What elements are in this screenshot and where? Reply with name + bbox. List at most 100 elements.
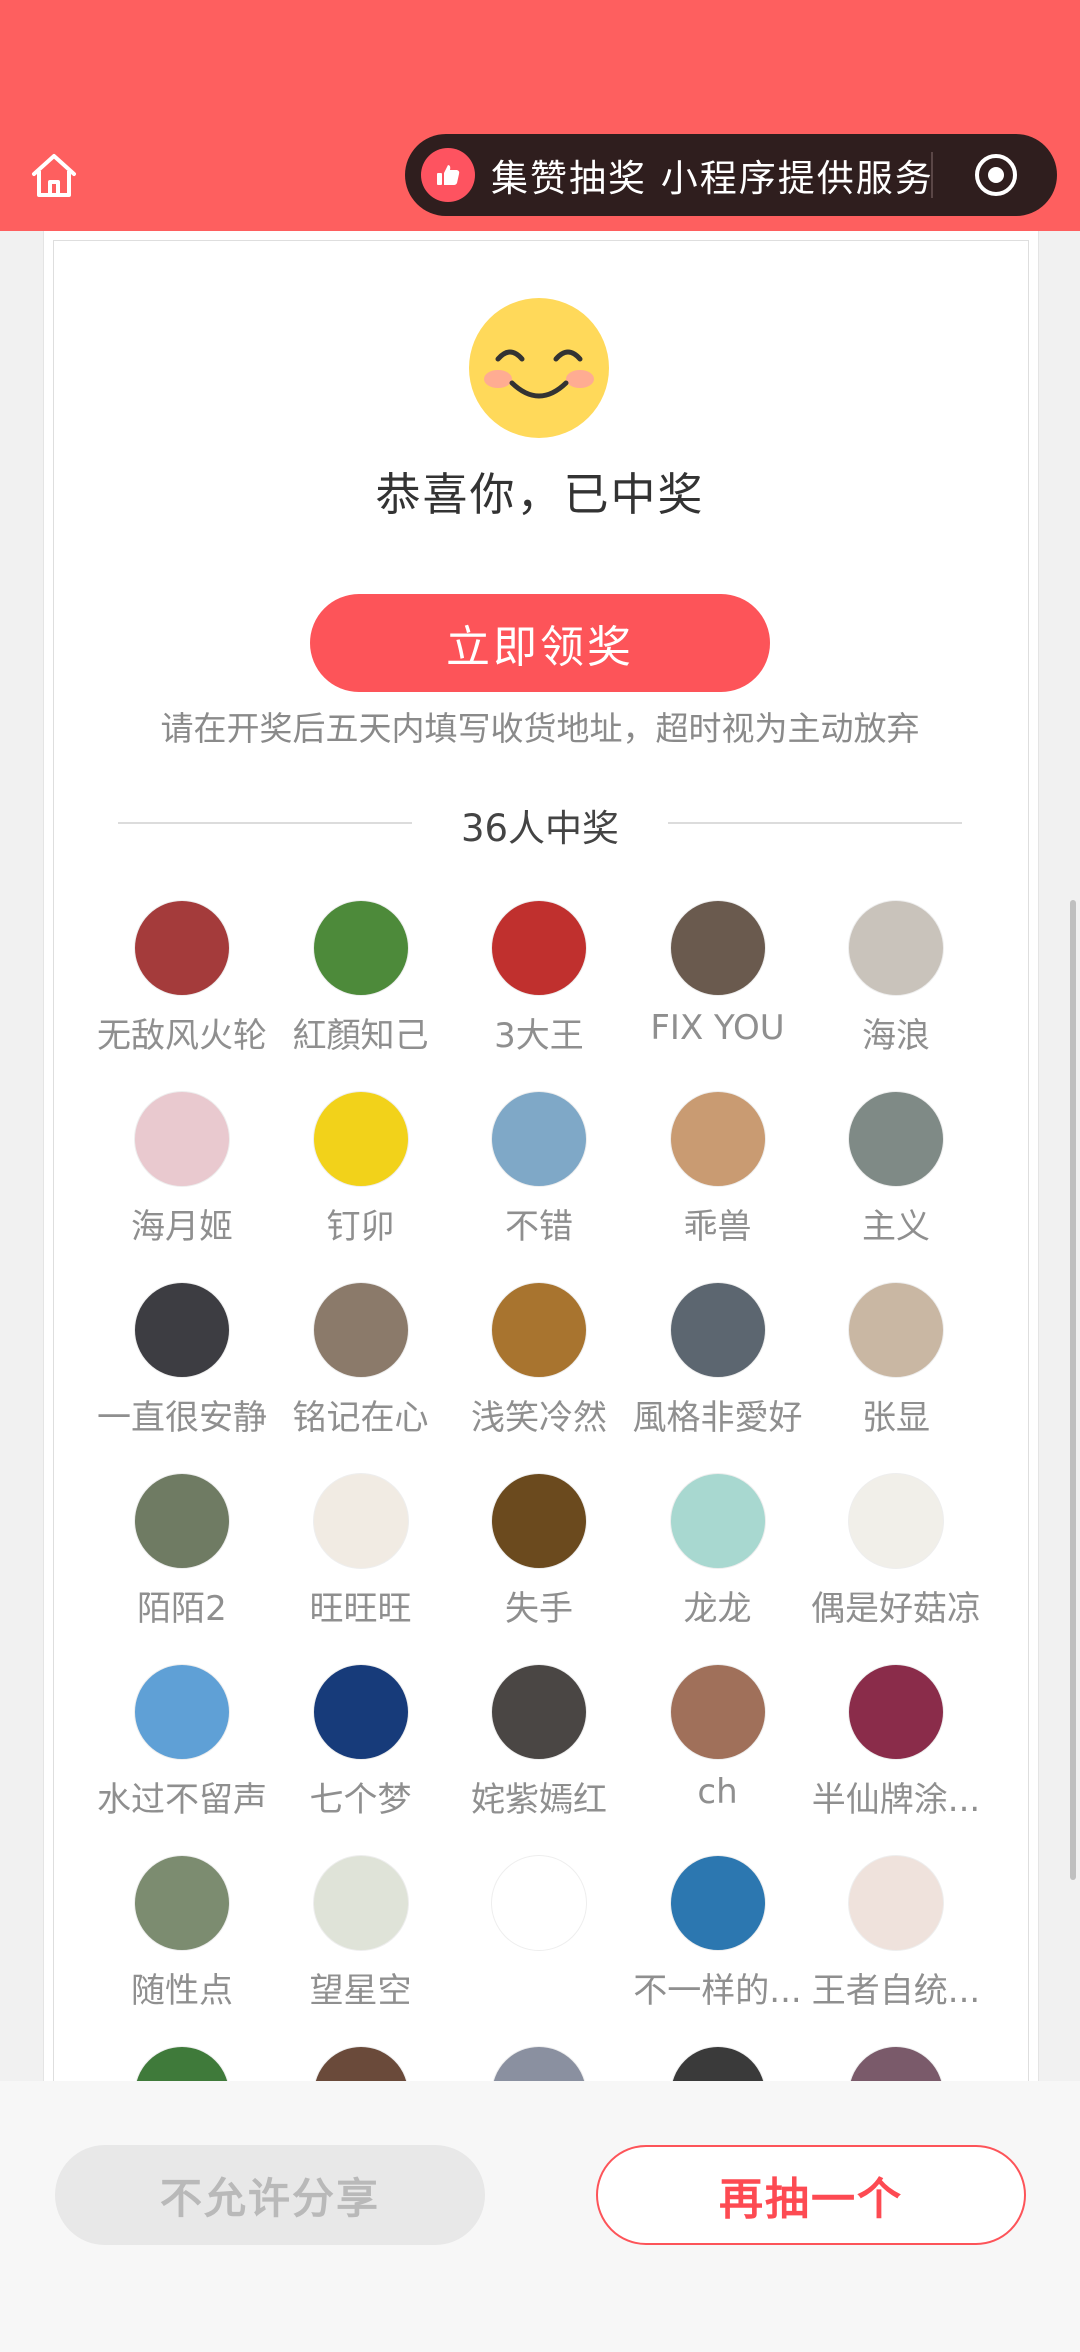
winner-item: 铭记在心 [272, 1282, 450, 1439]
winner-name: 紅顏知己 [292, 1016, 429, 1056]
scrollbar[interactable] [1070, 900, 1076, 1880]
winner-name: FIX YOU [650, 1008, 785, 1048]
winner-name: 无敌风火轮 [97, 1016, 267, 1056]
winner-name: 半仙牌涂... [811, 1780, 981, 1820]
avatar [848, 1473, 944, 1569]
avatar [669, 1282, 766, 1378]
winner-name: 乖兽 [683, 1207, 752, 1247]
congrats-title: 恭喜你，已中奖 [375, 468, 705, 521]
lottery-result-page: 集赞抽奖 小程序提供服务 恭喜你，已中奖 立即领奖 请在开奖后五天内填写收货地址… [0, 0, 1080, 2352]
avatar [312, 1473, 409, 1569]
header-bar: 集赞抽奖 小程序提供服务 [0, 0, 1080, 231]
winner-item: 海月姬 [93, 1091, 271, 1248]
winner-name: 钉卯 [326, 1207, 395, 1247]
avatar [491, 900, 587, 996]
winner-name: 海浪 [862, 1016, 930, 1056]
winner-item: 半仙牌涂... [807, 1664, 985, 1821]
winner-item: 風格非愛好 [629, 1282, 807, 1439]
avatar [669, 1473, 766, 1569]
winner-item: 随性点 [93, 1855, 271, 2012]
avatar [134, 1664, 230, 1760]
winner-item: 3大王 [450, 900, 628, 1057]
winner-item: 偶是好菇凉 [807, 1473, 985, 1630]
winner-item: 不错 [450, 1091, 628, 1248]
close-circle-icon[interactable] [973, 152, 1019, 198]
avatar [848, 900, 944, 996]
winner-name: 陌陌2 [137, 1589, 227, 1629]
winner-item: 龙龙 [629, 1473, 807, 1630]
winner-item: 七个梦 [272, 1664, 450, 1821]
winner-name: 旺旺旺 [309, 1589, 412, 1629]
winner-name: 不错 [505, 1207, 573, 1247]
winner-item: 紅顏知己 [272, 900, 450, 1057]
avatar [669, 1091, 766, 1187]
winner-item: 望星空 [272, 1855, 450, 2012]
winner-item: 陌陌2 [93, 1473, 271, 1630]
winner-item: 旺旺旺 [272, 1473, 450, 1630]
avatar [491, 1091, 587, 1187]
avatar [491, 1855, 587, 1951]
avatar [312, 1664, 409, 1760]
avatar [134, 1855, 230, 1951]
winner-item: 不一样的... [629, 1855, 807, 2012]
claim-notice: 请在开奖后五天内填写收货地址，超时视为主动放弃 [160, 709, 920, 748]
smile-emoji-icon [468, 297, 610, 439]
winner-name: 姹紫嫣红 [471, 1780, 607, 1820]
winner-name: 铭记在心 [292, 1398, 429, 1438]
winner-name: 龙龙 [683, 1589, 752, 1629]
avatar [134, 900, 230, 996]
winner-item: 海浪 [807, 900, 985, 1057]
winner-item: 张显 [807, 1282, 985, 1439]
avatar [848, 1091, 944, 1187]
winner-item: 水过不留声 [93, 1664, 271, 1821]
claim-prize-button[interactable]: 立即领奖 [310, 594, 770, 692]
winner-name: 不一样的... [633, 1971, 802, 2011]
winner-item: 一直很安静 [93, 1282, 271, 1439]
winner-item: 浅笑冷然 [450, 1282, 628, 1439]
winner-item: 主义 [807, 1091, 985, 1248]
winner-name: 3大王 [494, 1016, 584, 1056]
winner-name: 海月姬 [131, 1207, 233, 1247]
winner-name: 一直很安静 [97, 1398, 267, 1438]
home-icon[interactable] [28, 150, 80, 202]
avatar [312, 900, 409, 996]
mini-program-capsule[interactable]: 集赞抽奖 小程序提供服务 [405, 134, 1057, 216]
avatar [669, 1664, 766, 1760]
avatar [848, 1855, 944, 1951]
winner-item: 失手 [450, 1473, 628, 1630]
avatar [134, 1282, 230, 1378]
winner-item: 乖兽 [629, 1091, 807, 1248]
divider-left [118, 822, 412, 824]
winner-item: ch [629, 1664, 807, 1812]
winner-name: 张显 [862, 1398, 930, 1438]
winner-name: 浅笑冷然 [471, 1398, 607, 1438]
winner-name: 偶是好菇凉 [811, 1589, 981, 1629]
thumbs-up-icon [421, 148, 475, 202]
mini-program-name: 集赞抽奖 小程序提供服务 [491, 157, 934, 200]
avatar [491, 1473, 587, 1569]
avatar [491, 1282, 587, 1378]
share-disabled-button[interactable]: 不允许分享 [55, 2145, 485, 2245]
capsule-divider [931, 152, 933, 198]
winner-name: ch [697, 1772, 738, 1812]
avatar [491, 1664, 587, 1760]
winner-name: 水过不留声 [97, 1780, 267, 1820]
winner-item: 钉卯 [272, 1091, 450, 1248]
avatar [312, 1091, 409, 1187]
winner-name: 随性点 [131, 1971, 233, 2011]
avatar [134, 1473, 230, 1569]
winner-item: 姹紫嫣红 [450, 1664, 628, 1821]
winner-name: 風格非愛好 [632, 1398, 803, 1438]
winner-name: 失手 [505, 1589, 573, 1629]
winner-name: 望星空 [309, 1971, 412, 2011]
divider-right [668, 822, 962, 824]
avatar [312, 1855, 409, 1951]
winner-item: 无敌风火轮 [93, 900, 271, 1057]
avatar [848, 1664, 944, 1760]
draw-again-button[interactable]: 再抽一个 [596, 2145, 1026, 2245]
winner-name: 主义 [862, 1207, 930, 1247]
winner-item: 王者自统... [807, 1855, 985, 2012]
winners-count-title: 36人中奖 [460, 807, 620, 850]
avatar [669, 1855, 766, 1951]
avatar [134, 1091, 230, 1187]
